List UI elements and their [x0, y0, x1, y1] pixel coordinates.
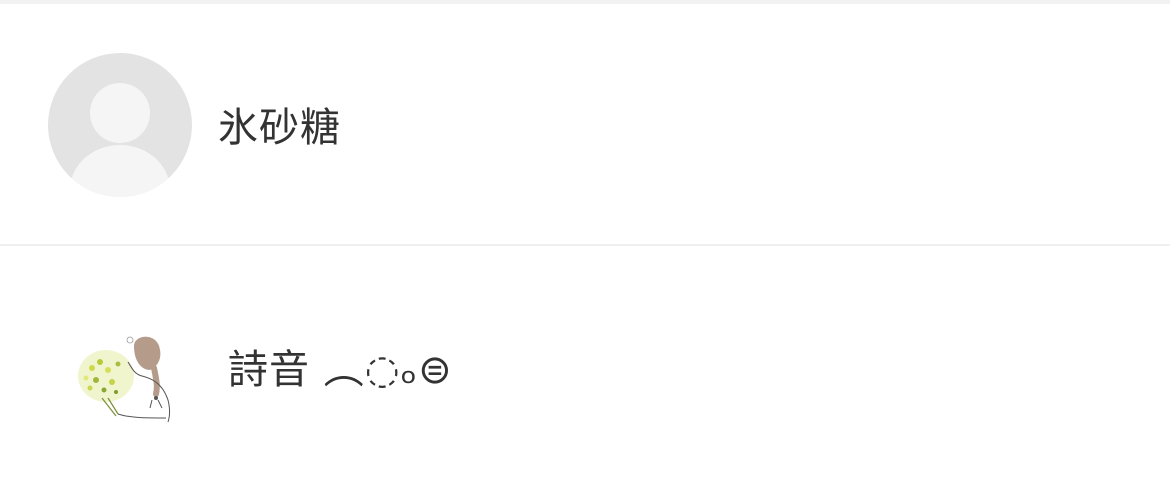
user-name[interactable]: 詩音 ︵◌ₒ⊜ [228, 344, 453, 396]
user-name[interactable]: 氷砂糖 [218, 102, 341, 154]
flower-bouquet-icon [78, 350, 134, 417]
illustrated-avatar-icon[interactable] [72, 328, 176, 424]
avatar-body-shape [70, 145, 170, 197]
default-user-avatar-icon[interactable] [48, 53, 192, 197]
list-item[interactable]: 詩音 ︵◌ₒ⊜ [0, 246, 1170, 482]
list-item[interactable]: 氷砂糖 [0, 4, 1170, 244]
user-list: 氷砂糖 詩音 ︵◌ₒ⊜ [0, 0, 1170, 482]
avatar-head-shape [90, 83, 150, 143]
